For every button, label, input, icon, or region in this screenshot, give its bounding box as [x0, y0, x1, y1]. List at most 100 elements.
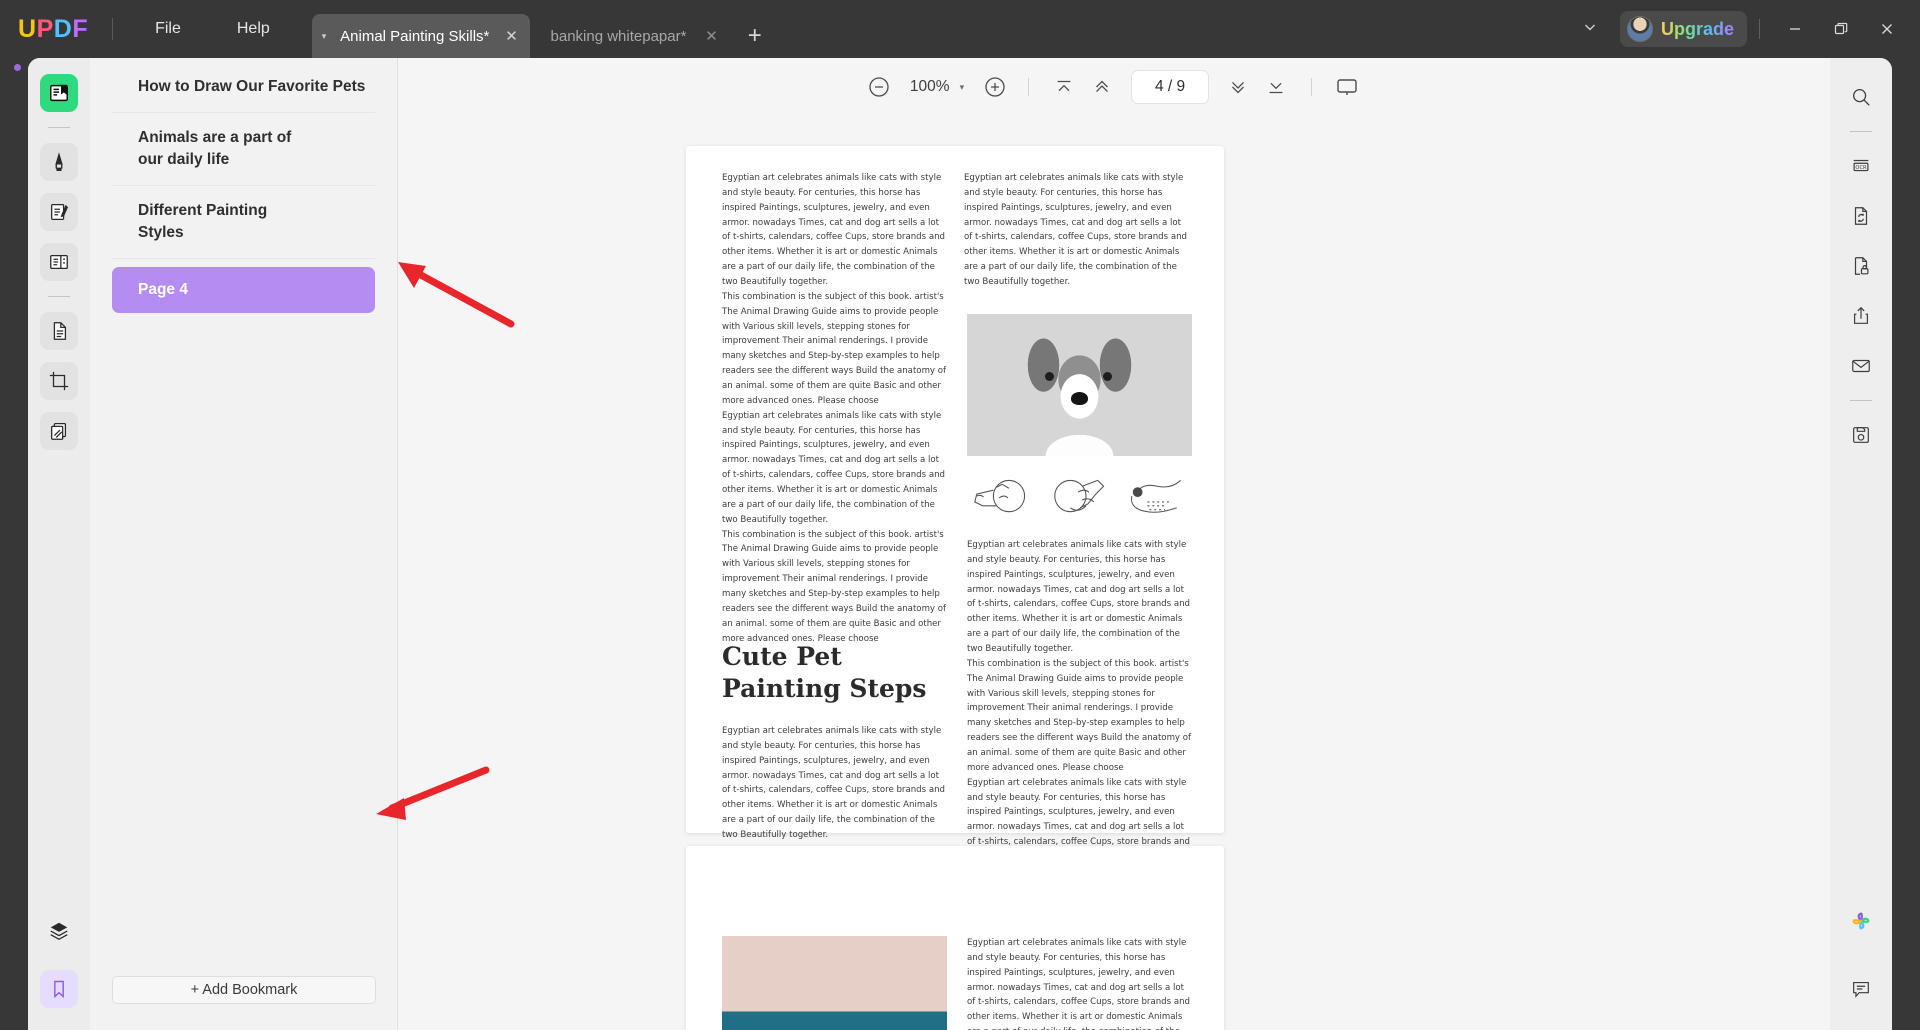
page4-right-text-b: Egyptian art celebrates animals like cat…: [967, 540, 1191, 655]
page4-heading-paragraph: Egyptian art celebrates animals like cat…: [722, 724, 947, 843]
ocr-icon[interactable]: OCR: [1842, 147, 1880, 185]
last-page-button[interactable]: [1257, 70, 1295, 104]
zoom-dropdown-icon[interactable]: ▾: [960, 82, 965, 93]
dog-eye-right: [1103, 372, 1112, 381]
close-button[interactable]: [1864, 12, 1910, 46]
tab-banking-whitepapar[interactable]: banking whitepapar* ✕: [530, 14, 730, 58]
bookmark-list: How to Draw Our Favorite Pets Animals ar…: [90, 58, 397, 313]
toolbar-divider-2: [1311, 78, 1313, 96]
sketch-thumbnails: [967, 472, 1192, 524]
tab-caret-icon[interactable]: ▾: [322, 31, 327, 42]
batch-pages-icon[interactable]: [40, 412, 78, 450]
zoom-level-value[interactable]: 100%: [910, 78, 950, 96]
page4-right-column-top: Egyptian art celebrates animals like cat…: [964, 171, 1190, 290]
rail-divider-1: [48, 127, 70, 128]
corgi-photo: [967, 314, 1192, 456]
page-edit-icon[interactable]: [40, 312, 78, 350]
bookmark-panel: How to Draw Our Favorite Pets Animals ar…: [90, 58, 398, 1030]
reader-mode-icon[interactable]: [40, 74, 78, 112]
bookmark-item-how-to-draw[interactable]: How to Draw Our Favorite Pets: [112, 62, 375, 113]
layers-icon[interactable]: [40, 912, 78, 950]
left-tool-rail: [28, 58, 90, 1030]
page5-text-column: Egyptian art celebrates animals like cat…: [967, 938, 1191, 1030]
upgrade-button[interactable]: Upgrade: [1619, 11, 1747, 47]
page5-photo: [722, 936, 947, 1030]
upgrade-label: Upgrade: [1660, 18, 1734, 39]
titlebar-separator: [1759, 19, 1760, 39]
email-icon[interactable]: [1842, 347, 1880, 385]
document-viewer: 100% ▾ 4 / 9 Egyptian art celebrates ani…: [398, 58, 1830, 1030]
file-menu[interactable]: File: [137, 14, 199, 44]
right-rail-divider-1: [1850, 131, 1872, 132]
pdf-page-4[interactable]: Egyptian art celebrates animals like cat…: [686, 146, 1224, 892]
title-bar: U P D F File Help ▾ Animal Painting Skil…: [0, 0, 1920, 58]
title-divider: [112, 18, 114, 40]
page4-left-text-d: This combination is the subject of this …: [722, 529, 947, 644]
page4-left-column: Egyptian art celebrates animals like cat…: [722, 171, 947, 647]
bookmark-item-animals-daily-life[interactable]: Animals are a part of our daily life: [112, 113, 375, 186]
bookmark-item-page-4[interactable]: Page 4: [112, 267, 375, 313]
svg-text:OCR: OCR: [1855, 165, 1867, 171]
bookmark-item-different-painting-styles[interactable]: Different Painting Styles: [112, 186, 375, 259]
page4-left-text-a: Egyptian art celebrates animals like cat…: [722, 173, 946, 288]
chevron-down-icon[interactable]: [1568, 11, 1612, 47]
sketch-dog-head-2: [1045, 472, 1113, 524]
presentation-mode-button[interactable]: [1328, 70, 1366, 104]
protect-icon[interactable]: [1842, 247, 1880, 285]
tab-strip: ▾ Animal Painting Skills* ✕ banking whit…: [311, 0, 762, 58]
page4-left-text-c: Egyptian art celebrates animals like cat…: [722, 410, 946, 525]
edit-pdf-icon[interactable]: [40, 193, 78, 231]
previous-page-button[interactable]: [1083, 70, 1121, 104]
zoom-out-button[interactable]: [862, 70, 896, 104]
logo-letter-p: P: [36, 14, 54, 43]
tab-title: Animal Painting Skills*: [340, 27, 490, 45]
dog-eye-left: [1045, 372, 1054, 381]
toolbar-divider-1: [1028, 78, 1030, 96]
rail-divider-2: [48, 296, 70, 297]
avatar: [1626, 16, 1653, 42]
logo-letter-u: U: [18, 14, 37, 43]
page-number-field[interactable]: 4 / 9: [1131, 70, 1210, 104]
search-icon[interactable]: [1842, 78, 1880, 116]
add-bookmark-button[interactable]: + Add Bookmark: [112, 976, 376, 1004]
logo-letter-f: F: [72, 14, 89, 43]
comment-icon[interactable]: [1842, 970, 1880, 1008]
tab-close-icon[interactable]: ✕: [505, 27, 518, 45]
zoom-in-button[interactable]: [978, 70, 1012, 104]
bookmark-icon[interactable]: [40, 970, 78, 1008]
help-menu[interactable]: Help: [219, 14, 288, 44]
save-icon[interactable]: [1842, 416, 1880, 454]
sketch-dog-head-1: [967, 472, 1035, 524]
tab-animal-painting-skills[interactable]: ▾ Animal Painting Skills* ✕: [311, 14, 530, 58]
ai-assistant-icon[interactable]: [1842, 902, 1880, 940]
page4-left-text-b: This combination is the subject of this …: [722, 291, 947, 406]
crop-icon[interactable]: [40, 362, 78, 400]
page4-right-text-a: Egyptian art celebrates animals like cat…: [964, 173, 1188, 288]
logo-letter-d: D: [53, 14, 73, 43]
title-bar-right: Upgrade: [1568, 11, 1920, 47]
tab-title: banking whitepapar*: [550, 27, 687, 45]
page-scroll-area[interactable]: Egyptian art celebrates animals like cat…: [398, 116, 1830, 1030]
updf-application-window: U P D F File Help ▾ Animal Painting Skil…: [0, 0, 1920, 1030]
main-frame: How to Draw Our Favorite Pets Animals ar…: [28, 58, 1892, 1030]
maximize-button[interactable]: [1818, 12, 1864, 46]
organize-pages-icon[interactable]: [40, 243, 78, 281]
tab-close-icon[interactable]: ✕: [705, 27, 718, 45]
status-dot: [14, 64, 21, 71]
convert-icon[interactable]: [1842, 197, 1880, 235]
minimize-button[interactable]: [1772, 12, 1818, 46]
sketch-dog-head-3: [1124, 472, 1192, 524]
new-tab-button[interactable]: +: [748, 22, 762, 50]
page4-right-column-bottom: Egyptian art celebrates animals like cat…: [967, 538, 1193, 895]
highlighter-icon[interactable]: [40, 143, 78, 181]
pdf-page-5[interactable]: Egyptian art celebrates animals like cat…: [686, 846, 1224, 1030]
right-tool-rail: OCR: [1830, 58, 1892, 1030]
viewer-toolbar: 100% ▾ 4 / 9: [398, 58, 1830, 116]
next-page-button[interactable]: [1219, 70, 1257, 104]
page4-heading-text: Egyptian art celebrates animals like cat…: [722, 726, 946, 841]
document-heading: Cute Pet Painting Steps: [722, 642, 927, 703]
page4-right-text-c: This combination is the subject of this …: [967, 658, 1192, 773]
dog-nose: [1071, 392, 1088, 405]
share-icon[interactable]: [1842, 297, 1880, 335]
first-page-button[interactable]: [1045, 70, 1083, 104]
